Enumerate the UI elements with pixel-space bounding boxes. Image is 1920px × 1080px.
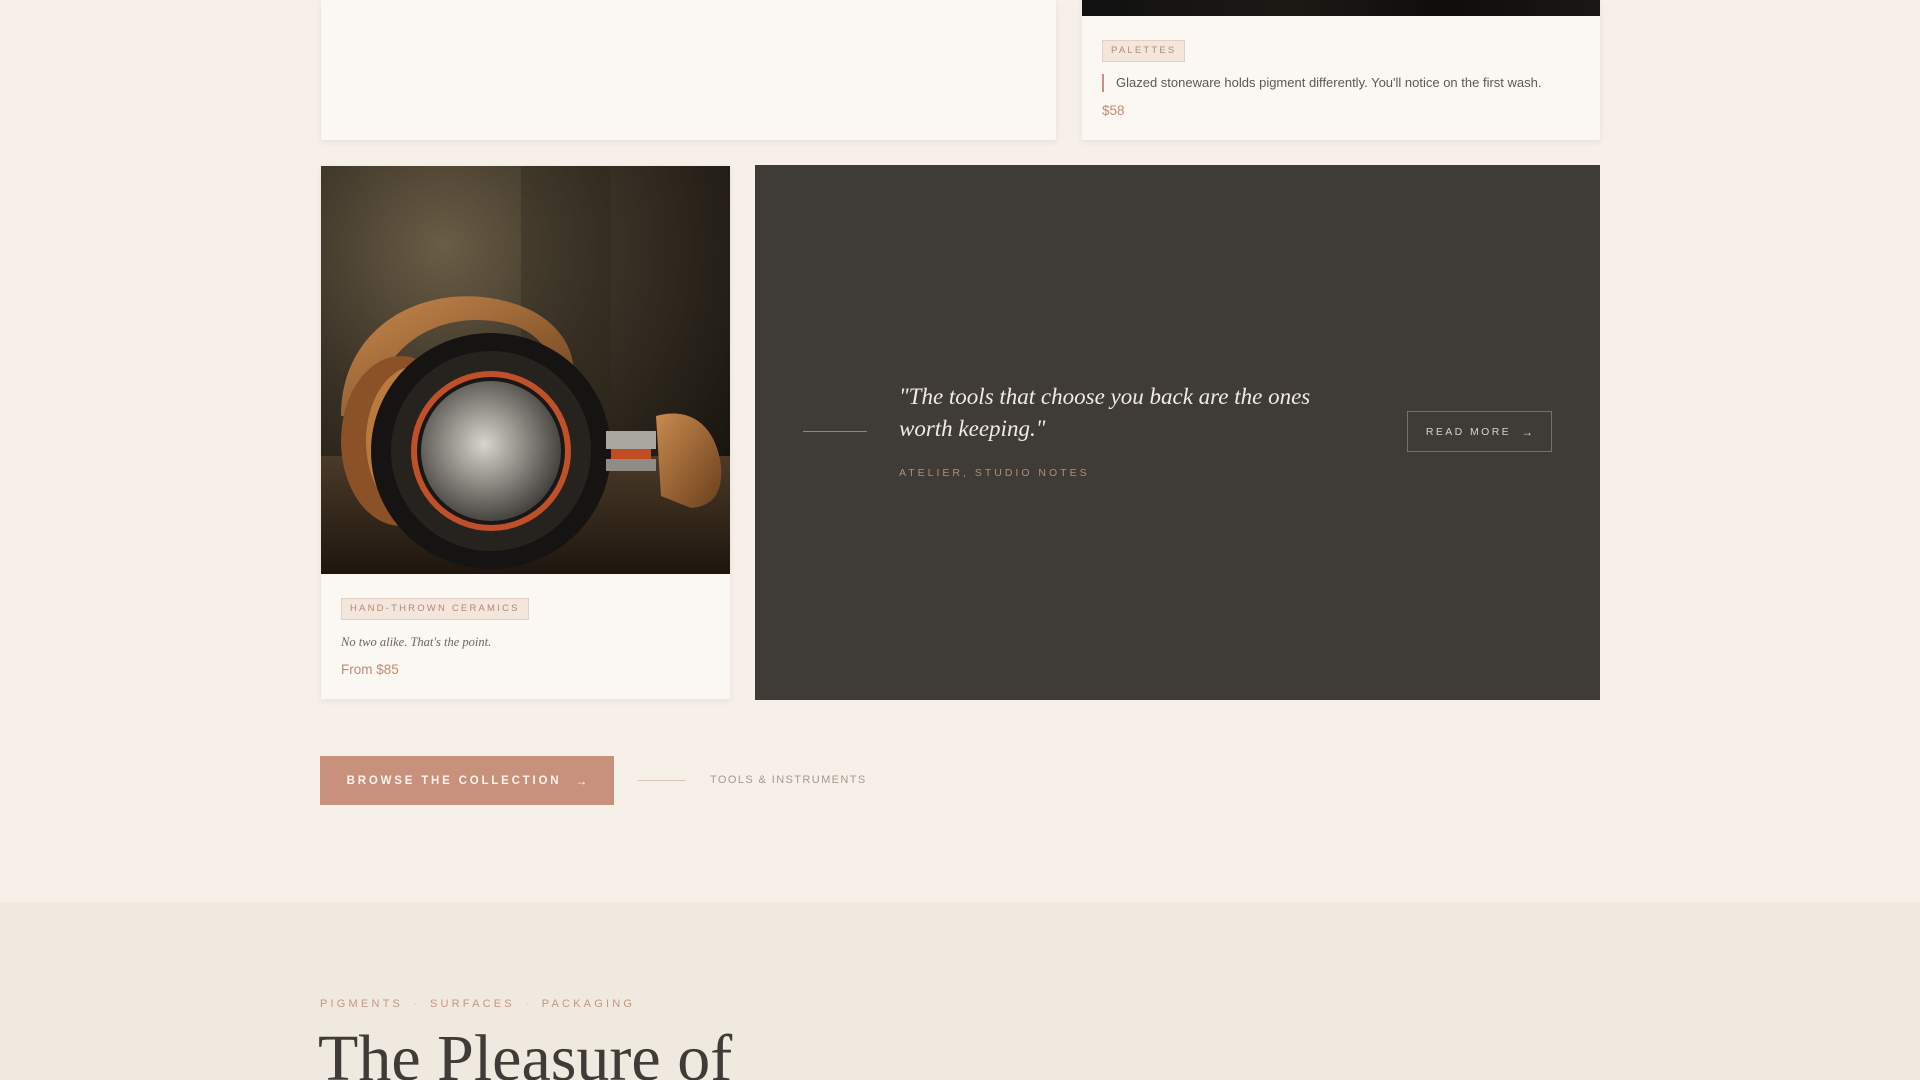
- browse-collection-label: BROWSE THE COLLECTION: [346, 774, 562, 787]
- section-eyebrow: PIGMENTS · SURFACES · PACKAGING: [320, 998, 635, 1010]
- testimonial-quote: "The tools that choose you back are the …: [899, 384, 1311, 441]
- lower-section: [0, 902, 1920, 1080]
- product-card-ceramics[interactable]: HAND-THROWN CERAMICS No two alike. That'…: [321, 166, 730, 699]
- product-price: From $85: [341, 662, 399, 677]
- divider: [638, 780, 686, 781]
- product-note: No two alike. That's the point.: [341, 635, 492, 649]
- collection-category-link[interactable]: TOOLS & INSTRUMENTS: [710, 774, 867, 786]
- eyebrow-item-packaging: PACKAGING: [541, 998, 636, 1010]
- quote-panel: "The tools that choose you back are the …: [755, 165, 1600, 700]
- eyebrow-item-surfaces: SURFACES: [429, 998, 515, 1010]
- separator: ·: [413, 998, 420, 1010]
- category-tag: PALETTES: [1102, 40, 1186, 62]
- category-tag: HAND-THROWN CERAMICS: [341, 598, 529, 620]
- eyebrow-item-pigments: PIGMENTS: [320, 998, 404, 1010]
- product-price: $58: [1102, 103, 1125, 118]
- quote-attribution: ATELIER, STUDIO NOTES: [899, 467, 1090, 479]
- product-image: [1082, 0, 1600, 16]
- separator: ·: [524, 998, 532, 1010]
- browse-collection-button[interactable]: BROWSE THE COLLECTION →: [320, 756, 614, 805]
- headphones-illustration: [321, 166, 730, 574]
- product-image-headphones: [321, 166, 730, 574]
- read-more-label: READ MORE: [1425, 425, 1512, 438]
- section-title: The Pleasure of: [318, 1022, 733, 1080]
- read-more-button[interactable]: READ MORE →: [1407, 411, 1552, 452]
- product-card-palettes[interactable]: PALETTES Glazed stoneware holds pigment …: [1082, 0, 1600, 140]
- arrow-right-icon: →: [575, 773, 588, 788]
- arrow-right-icon: →: [1521, 424, 1534, 439]
- product-card-top-left[interactable]: [321, 0, 1056, 140]
- divider: [803, 431, 867, 432]
- product-note: Glazed stoneware holds pigment different…: [1102, 74, 1541, 92]
